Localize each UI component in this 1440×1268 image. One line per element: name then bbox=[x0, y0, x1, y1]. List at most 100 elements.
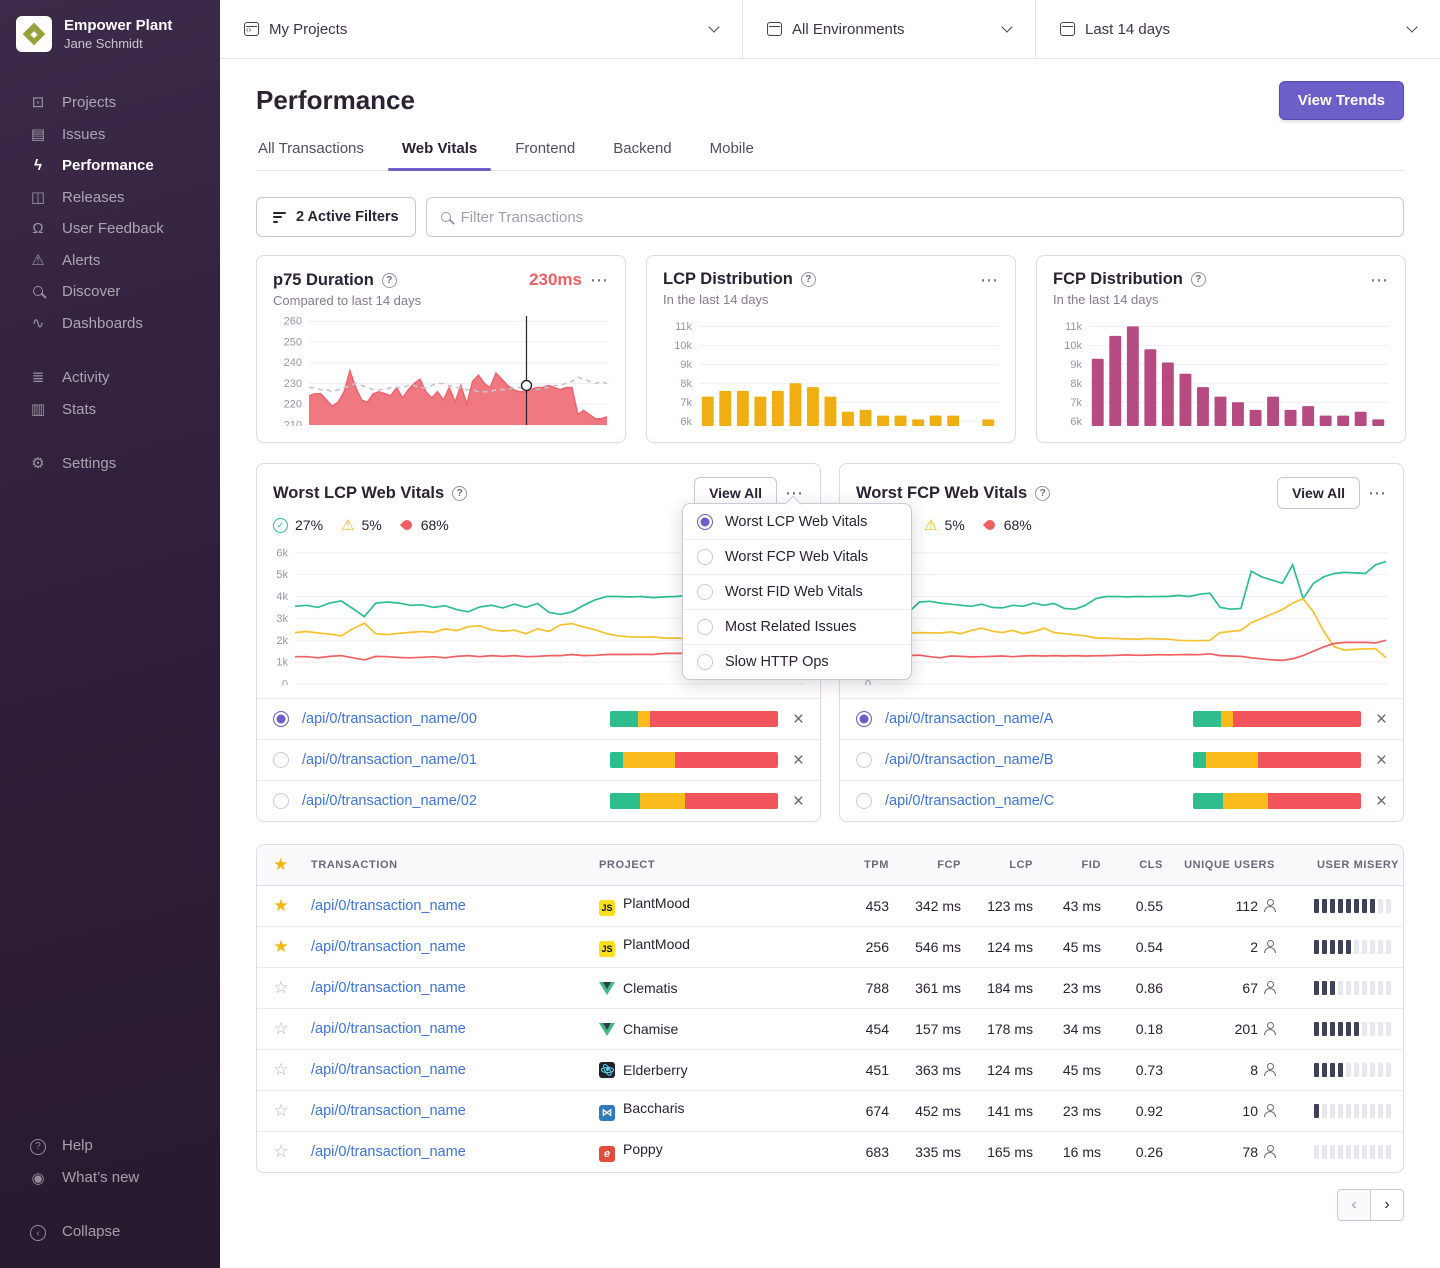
lcp-distribution-chart[interactable]: 11k10k9k8k7k6k bbox=[663, 315, 999, 432]
star-icon[interactable]: ★ bbox=[273, 937, 288, 956]
close-icon[interactable]: × bbox=[793, 792, 804, 811]
transaction-link[interactable]: /api/0/transaction_name/01 bbox=[302, 752, 477, 768]
star-icon[interactable]: ★ bbox=[273, 896, 288, 915]
sidebar-item-user-feedback[interactable]: ΩUser Feedback bbox=[0, 213, 220, 244]
sidebar-item-dashboards[interactable]: ∿Dashboards bbox=[0, 307, 220, 339]
search-input[interactable] bbox=[461, 209, 1389, 226]
tab-backend[interactable]: Backend bbox=[611, 140, 673, 170]
radio-button[interactable] bbox=[273, 793, 289, 809]
tab-mobile[interactable]: Mobile bbox=[708, 140, 756, 170]
environment-icon bbox=[767, 22, 782, 36]
transaction-link[interactable]: /api/0/transaction_name/C bbox=[885, 793, 1054, 809]
user-misery-bar bbox=[1287, 899, 1399, 913]
help-question-icon[interactable]: ? bbox=[382, 273, 397, 288]
more-menu-icon[interactable]: ⋯ bbox=[1368, 488, 1387, 498]
sidebar-item-activity[interactable]: ≣Activity bbox=[0, 361, 220, 393]
transaction-link[interactable]: /api/0/transaction_name bbox=[311, 939, 466, 955]
sidebar-item-performance[interactable]: ϟPerformance bbox=[0, 150, 220, 181]
dropdown-item-most-related-issues[interactable]: Most Related Issues bbox=[683, 609, 911, 644]
previous-page-button[interactable]: ‹ bbox=[1337, 1189, 1371, 1221]
more-menu-icon[interactable]: ⋯ bbox=[1370, 275, 1389, 285]
chevron-down-icon bbox=[708, 21, 719, 32]
star-icon[interactable]: ☆ bbox=[273, 1142, 288, 1161]
dropdown-item-worst-lcp[interactable]: Worst LCP Web Vitals bbox=[683, 504, 911, 539]
tab-frontend[interactable]: Frontend bbox=[513, 140, 577, 170]
transaction-link[interactable]: /api/0/transaction_name/02 bbox=[302, 793, 477, 809]
tab-all-transactions[interactable]: All Transactions bbox=[256, 140, 366, 170]
user-icon bbox=[1264, 899, 1275, 912]
sidebar-item-settings[interactable]: ⚙Settings bbox=[0, 447, 220, 479]
sidebar-item-projects[interactable]: ⊡Projects bbox=[0, 86, 220, 118]
sidebar-item-discover[interactable]: Discover bbox=[0, 276, 220, 307]
sidebar-item-whats-new[interactable]: ◉What’s new bbox=[0, 1162, 220, 1194]
sidebar-item-help[interactable]: ?Help bbox=[0, 1129, 220, 1162]
sidebar-item-issues[interactable]: ▤Issues bbox=[0, 118, 220, 150]
transaction-link[interactable]: /api/0/transaction_name bbox=[311, 1144, 466, 1160]
svg-text:5k: 5k bbox=[276, 569, 288, 581]
sidebar-item-alerts[interactable]: ⚠Alerts bbox=[0, 244, 220, 276]
sidebar-collapse-button[interactable]: ‹Collapse bbox=[0, 1216, 220, 1249]
fcp-distribution-chart[interactable]: 11k10k9k8k7k6k bbox=[1053, 315, 1389, 432]
sidebar-item-label: Issues bbox=[62, 126, 105, 143]
star-icon[interactable]: ☆ bbox=[273, 1060, 288, 1079]
help-question-icon[interactable]: ? bbox=[801, 272, 816, 287]
date-range-selector[interactable]: Last 14 days bbox=[1035, 0, 1440, 58]
environment-selector[interactable]: All Environments bbox=[742, 0, 1035, 58]
p75-duration-chart[interactable]: 260250240230220210 bbox=[273, 316, 609, 431]
radio-button[interactable] bbox=[856, 711, 872, 727]
worst-fcp-chart[interactable]: 6k5k4k3k2k1k0 bbox=[840, 543, 1403, 690]
worst-fcp-vitals-card: Worst FCP Web Vitals ? View All ⋯ ✓ 27% … bbox=[839, 463, 1404, 822]
radio-button[interactable] bbox=[856, 752, 872, 768]
transaction-link[interactable]: /api/0/transaction_name bbox=[311, 1062, 466, 1078]
help-question-icon[interactable]: ? bbox=[452, 486, 467, 501]
radio-button[interactable] bbox=[273, 752, 289, 768]
project-selector-label: My Projects bbox=[269, 21, 347, 38]
active-filters-button[interactable]: 2 Active Filters bbox=[256, 197, 416, 237]
help-question-icon[interactable]: ? bbox=[1191, 272, 1206, 287]
close-icon[interactable]: × bbox=[1376, 710, 1387, 729]
close-icon[interactable]: × bbox=[1376, 792, 1387, 811]
next-page-button[interactable]: › bbox=[1370, 1189, 1404, 1221]
close-icon[interactable]: × bbox=[793, 710, 804, 729]
more-menu-icon[interactable]: ⋯ bbox=[590, 275, 609, 285]
org-switcher[interactable]: Empower Plant Jane Schmidt bbox=[0, 0, 220, 52]
radio-button[interactable] bbox=[697, 514, 713, 530]
unique-users-value: 78 bbox=[1242, 1144, 1258, 1160]
radio-button[interactable] bbox=[697, 549, 713, 565]
transaction-link[interactable]: /api/0/transaction_name bbox=[311, 1021, 466, 1037]
tab-web-vitals[interactable]: Web Vitals bbox=[400, 140, 479, 170]
transaction-link[interactable]: /api/0/transaction_name bbox=[311, 898, 466, 914]
dropdown-item-label: Slow HTTP Ops bbox=[725, 654, 829, 670]
radio-button[interactable] bbox=[697, 619, 713, 635]
more-menu-icon[interactable]: ⋯ bbox=[980, 275, 999, 285]
star-icon[interactable]: ☆ bbox=[273, 1019, 288, 1038]
transaction-link[interactable]: /api/0/transaction_name/B bbox=[885, 752, 1053, 768]
transaction-link[interactable]: /api/0/transaction_name bbox=[311, 1103, 466, 1119]
sidebar-item-stats[interactable]: ▥Stats bbox=[0, 393, 220, 425]
meh-percent: 5% bbox=[944, 517, 964, 533]
poor-flame-icon bbox=[400, 518, 414, 532]
star-icon[interactable]: ☆ bbox=[273, 1101, 288, 1120]
star-icon[interactable]: ★ bbox=[273, 855, 289, 874]
svg-text:4k: 4k bbox=[276, 591, 288, 603]
radio-button[interactable] bbox=[697, 584, 713, 600]
cls-value: 0.26 bbox=[1107, 1131, 1169, 1172]
transaction-link[interactable]: /api/0/transaction_name/A bbox=[885, 711, 1053, 727]
view-trends-button[interactable]: View Trends bbox=[1279, 81, 1404, 120]
dropdown-item-worst-fid[interactable]: Worst FID Web Vitals bbox=[683, 574, 911, 609]
radio-button[interactable] bbox=[856, 793, 872, 809]
radio-button[interactable] bbox=[273, 711, 289, 727]
view-all-button[interactable]: View All bbox=[1277, 477, 1360, 509]
close-icon[interactable]: × bbox=[793, 751, 804, 770]
transaction-link[interactable]: /api/0/transaction_name/00 bbox=[302, 711, 477, 727]
radio-button[interactable] bbox=[697, 654, 713, 670]
help-question-icon[interactable]: ? bbox=[1035, 486, 1050, 501]
vital-transaction-row: /api/0/transaction_name/00 × bbox=[257, 698, 820, 739]
close-icon[interactable]: × bbox=[1376, 751, 1387, 770]
dropdown-item-slow-http-ops[interactable]: Slow HTTP Ops bbox=[683, 644, 911, 679]
sidebar-item-releases[interactable]: ◫Releases bbox=[0, 181, 220, 213]
transaction-link[interactable]: /api/0/transaction_name bbox=[311, 980, 466, 996]
project-selector[interactable]: My Projects bbox=[220, 0, 742, 58]
star-icon[interactable]: ☆ bbox=[273, 978, 288, 997]
dropdown-item-worst-fcp[interactable]: Worst FCP Web Vitals bbox=[683, 539, 911, 574]
